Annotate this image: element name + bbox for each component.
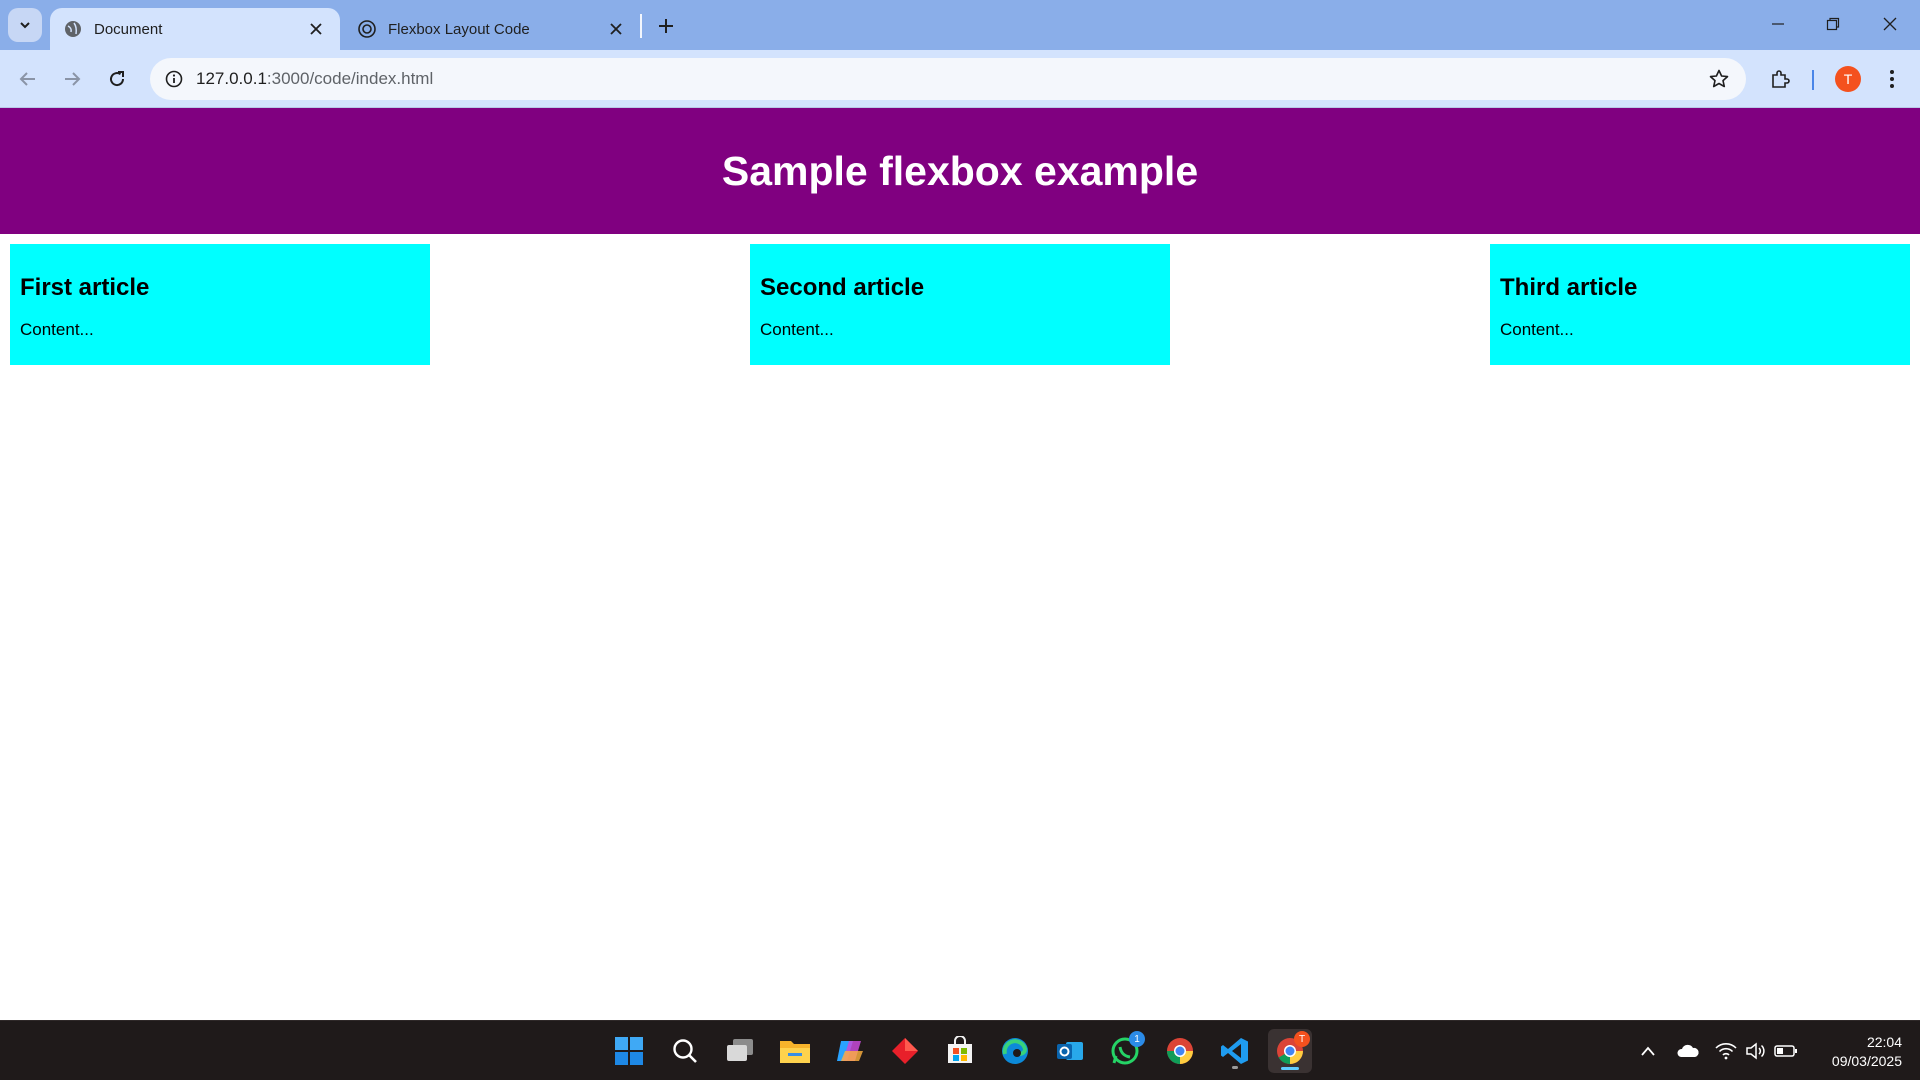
vscode-button[interactable] [1213,1029,1257,1073]
close-tab-icon[interactable] [606,19,626,39]
whatsapp-button[interactable]: 1 [1103,1029,1147,1073]
forward-button[interactable] [56,63,88,95]
back-button[interactable] [12,63,44,95]
show-hidden-icons-button[interactable] [1636,1039,1660,1063]
tab-document[interactable]: Document [50,8,340,50]
copilot-button[interactable] [828,1029,872,1073]
cloud-icon [1677,1044,1699,1057]
red-diamond-app-icon [892,1038,918,1064]
site-info-icon[interactable] [154,70,194,88]
profile-badge: T [1294,1031,1310,1047]
restore-button[interactable] [1813,8,1853,40]
microsoft-store-icon [948,1036,972,1063]
chrome-icon [1166,1038,1193,1065]
clock-time: 22:04 [1866,1034,1902,1050]
outlook-button[interactable] [1048,1029,1092,1073]
article-card: First article Content... [10,244,430,365]
battery-tray[interactable] [1774,1039,1798,1063]
forward-arrow-icon [65,72,81,86]
article-content: Content... [760,320,834,339]
page-header: Sample flexbox example [0,108,1920,234]
taskbar: 1 T 22:04 09/03/2025 [0,1020,1920,1080]
article-heading: First article [20,274,150,301]
onedrive-tray[interactable] [1676,1039,1700,1063]
microsoft-store-button[interactable] [938,1029,982,1073]
toolbar-separator [1812,70,1814,90]
volume-tray[interactable] [1744,1039,1768,1063]
active-indicator [1281,1067,1299,1070]
reload-icon [110,71,125,87]
kebab-menu-icon [1890,70,1894,88]
running-indicator [1232,1066,1238,1069]
reload-button[interactable] [101,63,133,95]
chrome-button[interactable] [1158,1029,1202,1073]
new-tab-button[interactable] [652,12,680,40]
bookmark-star-icon[interactable] [1708,68,1730,90]
close-tab-icon[interactable] [306,19,326,39]
article-card: Second article Content... [750,244,1170,365]
article-content: Content... [1500,320,1574,339]
battery-icon [1774,1045,1797,1057]
puzzle-icon [1772,70,1790,88]
address-bar[interactable]: 127.0.0.1:3000/code/index.html [150,58,1746,100]
wifi-tray[interactable] [1714,1039,1738,1063]
restore-icon [1826,17,1840,31]
article-heading: Second article [760,274,925,301]
task-view-button[interactable] [718,1029,762,1073]
tab-search-button[interactable] [8,8,42,42]
profile-avatar[interactable]: T [1835,66,1861,92]
minimize-icon [1772,23,1784,25]
file-explorer-button[interactable] [773,1029,817,1073]
notification-badge: 1 [1129,1031,1145,1047]
globe-icon [64,20,82,38]
search-button[interactable] [663,1029,707,1073]
article-heading: Third article [1500,274,1638,301]
web-page: Sample flexbox example First article Con… [0,108,1920,1020]
browser-tab-bar: Document Flexbox Layout Code [0,0,1920,50]
search-icon [673,1039,697,1063]
wifi-icon [1715,1043,1737,1060]
red-diamond-app-button[interactable] [883,1029,927,1073]
task-view-icon [727,1039,753,1061]
chevron-down-icon [20,22,30,29]
url-path: :3000/code/index.html [266,69,434,88]
file-explorer-icon [780,1041,810,1063]
tab-separator [640,14,642,38]
back-arrow-icon [19,72,35,86]
clock[interactable]: 22:04 09/03/2025 [1812,1033,1902,1071]
browser-toolbar: 127.0.0.1:3000/code/index.html [0,50,1920,108]
edge-icon [1002,1038,1028,1064]
copilot-icon [837,1041,863,1061]
tab-title: Document [94,20,163,38]
url-host: 127.0.0.1 [196,69,267,88]
vscode-icon [1221,1038,1248,1064]
url-text[interactable]: 127.0.0.1:3000/code/index.html [196,69,433,89]
speaker-icon [1746,1042,1765,1060]
chrome-profile-button[interactable]: T [1268,1029,1312,1073]
article-card: Third article Content... [1490,244,1910,365]
edge-button[interactable] [993,1029,1037,1073]
close-window-button[interactable] [1870,8,1910,40]
browser-menu-button[interactable] [1876,63,1908,95]
clock-date: 09/03/2025 [1831,1053,1902,1069]
outlook-icon [1057,1042,1083,1060]
extensions-button[interactable] [1764,63,1796,95]
start-icon [615,1037,643,1065]
tab-flexbox-layout-code[interactable]: Flexbox Layout Code [344,8,640,50]
close-icon [1883,17,1897,31]
chevron-up-icon [1641,1046,1655,1056]
article-content: Content... [20,320,94,339]
page-title: Sample flexbox example [721,147,1199,194]
minimize-button[interactable] [1758,8,1798,40]
start-button[interactable] [607,1029,651,1073]
tab-title: Flexbox Layout Code [388,20,530,38]
openai-icon [358,20,376,38]
plus-icon [659,19,673,33]
